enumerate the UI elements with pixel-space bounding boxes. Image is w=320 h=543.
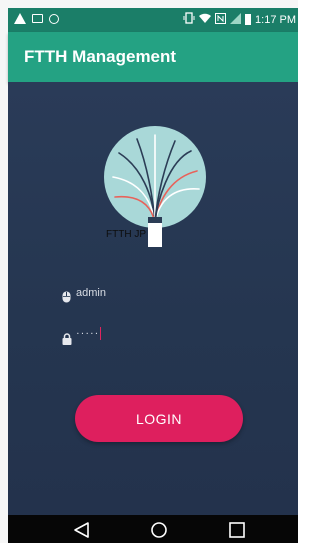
recents-icon[interactable] xyxy=(227,521,247,539)
login-screen: FTTH JP admin ····· LOGIN xyxy=(8,82,298,515)
navigation-bar xyxy=(8,515,298,543)
warning-icon xyxy=(14,13,26,24)
phone-screen: 1:17 PM FTTH Management FTTH JP admin ··… xyxy=(0,0,298,543)
signal-icon xyxy=(230,12,242,27)
nfc-icon xyxy=(215,12,227,27)
username-field[interactable]: admin xyxy=(60,284,270,308)
app-title: FTTH Management xyxy=(24,47,177,66)
back-icon[interactable] xyxy=(72,521,92,539)
sync-icon xyxy=(49,13,59,24)
text-cursor xyxy=(100,327,102,340)
battery-icon xyxy=(245,14,252,25)
password-value: ····· xyxy=(76,327,102,340)
image-icon xyxy=(32,14,43,23)
status-bar: 1:17 PM xyxy=(8,8,298,32)
password-dots: ····· xyxy=(76,327,100,340)
password-field[interactable]: ····· xyxy=(60,326,270,350)
home-icon[interactable] xyxy=(149,521,169,539)
username-value: admin xyxy=(76,287,106,299)
wifi-icon xyxy=(199,13,212,27)
app-bar: FTTH Management xyxy=(8,32,298,82)
login-button[interactable]: LOGIN xyxy=(75,395,243,442)
clock: 1:17 PM xyxy=(255,13,296,26)
mouse-icon xyxy=(62,288,71,307)
logo-label: FTTH JP xyxy=(106,229,146,240)
lock-icon xyxy=(62,330,72,349)
vibrate-icon xyxy=(183,12,195,27)
